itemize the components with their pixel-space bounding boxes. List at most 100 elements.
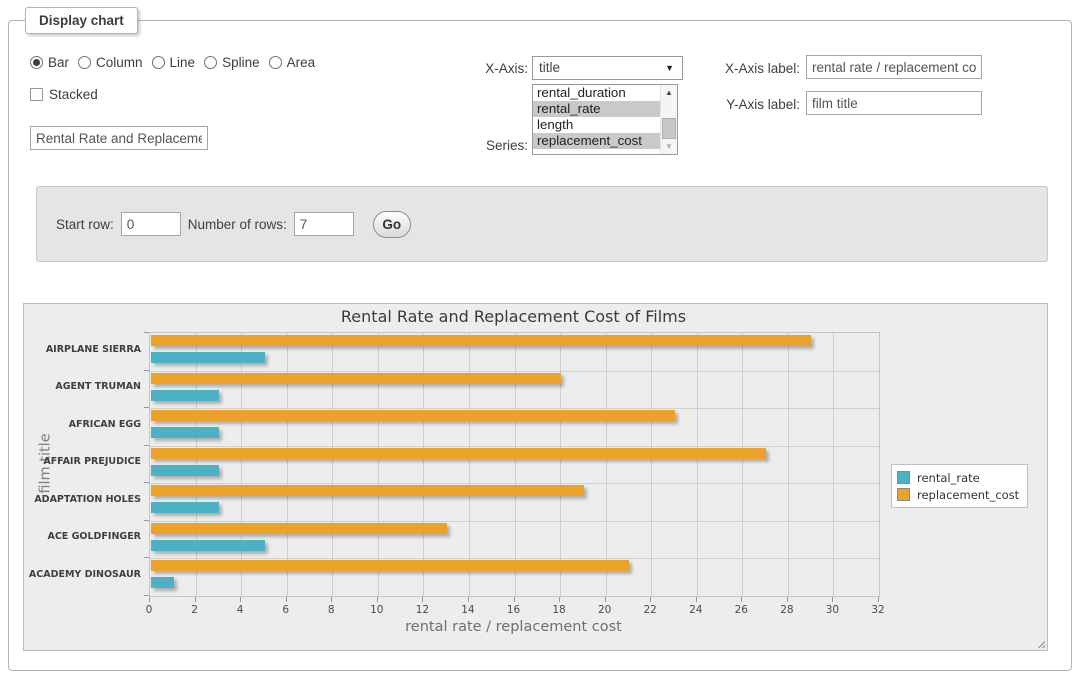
scroll-down-icon[interactable]: ▼ — [661, 139, 677, 154]
legend-swatch-rental_rate — [897, 471, 910, 484]
gridline-vertical — [606, 333, 607, 596]
x-axis-tick — [605, 597, 606, 602]
chart-container: Rental Rate and Replacement Cost of Film… — [23, 303, 1048, 651]
category-label: ACADEMY DINOSAUR — [24, 569, 141, 581]
radio-label: Column — [96, 55, 143, 70]
radio-column[interactable]: Column — [78, 55, 143, 70]
chart-title-input[interactable] — [30, 126, 208, 150]
x-tick-label: 2 — [175, 604, 215, 616]
x-tick-label: 26 — [721, 604, 761, 616]
x-axis-tick — [787, 597, 788, 602]
x-tick-label: 22 — [630, 604, 670, 616]
radio-area[interactable]: Area — [269, 55, 316, 70]
radio-icon[interactable] — [152, 56, 165, 69]
y-axis-tick — [144, 370, 149, 371]
x-axis-tick — [696, 597, 697, 602]
stacked-label: Stacked — [49, 87, 98, 102]
go-button[interactable]: Go — [373, 211, 411, 238]
bar-replacement_cost — [151, 560, 629, 571]
chart-legend: rental_ratereplacement_cost — [891, 464, 1028, 508]
x-axis-tick — [422, 597, 423, 602]
radio-icon[interactable] — [204, 56, 217, 69]
bar-rental_rate — [151, 502, 219, 513]
radio-label: Spline — [222, 55, 260, 70]
gridline-vertical — [742, 333, 743, 596]
x-axis-label-caption: X-Axis label: — [710, 61, 800, 76]
radio-icon[interactable] — [78, 56, 91, 69]
x-axis-select[interactable]: title ▼ — [532, 56, 683, 80]
radio-label: Line — [170, 55, 196, 70]
x-tick-label: 10 — [357, 604, 397, 616]
x-tick-label: 16 — [494, 604, 534, 616]
category-label: AGENT TRUMAN — [24, 381, 141, 393]
x-axis-tick — [195, 597, 196, 602]
category-label: AFFAIR PREJUDICE — [24, 456, 141, 468]
x-axis-tick — [832, 597, 833, 602]
stacked-checkbox-row[interactable]: Stacked — [30, 87, 98, 102]
series-option-rental_duration[interactable]: rental_duration — [533, 85, 661, 101]
gridline-horizontal — [150, 521, 879, 522]
chart-type-radio-group: Bar Column Line Spline Area — [30, 54, 315, 70]
x-axis-tick — [149, 597, 150, 602]
x-axis-caption: X-Axis: — [455, 61, 528, 76]
gridline-horizontal — [150, 483, 879, 484]
resize-handle-icon[interactable] — [1035, 638, 1045, 648]
y-axis-tick — [144, 595, 149, 596]
series-multiselect[interactable]: rental_duration rental_rate length repla… — [532, 84, 678, 155]
gridline-vertical — [651, 333, 652, 596]
start-row-input[interactable] — [121, 212, 181, 236]
legend-swatch-replacement_cost — [897, 488, 910, 501]
legend-label: replacement_cost — [917, 488, 1019, 502]
radio-icon[interactable] — [269, 56, 282, 69]
x-axis-tick — [331, 597, 332, 602]
radio-icon[interactable] — [30, 56, 43, 69]
number-of-rows-input[interactable] — [294, 212, 354, 236]
y-axis-tick — [144, 407, 149, 408]
bar-rental_rate — [151, 390, 219, 401]
x-axis-tick — [650, 597, 651, 602]
y-axis-tick — [144, 445, 149, 446]
series-option-rental_rate[interactable]: rental_rate — [533, 101, 661, 117]
x-tick-label: 12 — [402, 604, 442, 616]
series-option-replacement_cost[interactable]: replacement_cost — [533, 133, 661, 149]
series-caption: Series: — [455, 138, 528, 153]
bar-replacement_cost — [151, 485, 584, 496]
scroll-up-icon[interactable]: ▲ — [661, 85, 677, 100]
x-axis-tick — [468, 597, 469, 602]
gridline-horizontal — [150, 446, 879, 447]
bar-replacement_cost — [151, 523, 447, 534]
radio-label: Bar — [48, 55, 69, 70]
listbox-scrollbar[interactable]: ▲ ▼ — [660, 85, 677, 154]
x-axis-title: rental rate / replacement cost — [149, 619, 878, 635]
bar-replacement_cost — [151, 335, 811, 346]
radio-spline[interactable]: Spline — [204, 55, 260, 70]
category-label: ADAPTATION HOLES — [24, 494, 141, 506]
x-tick-label: 24 — [676, 604, 716, 616]
chevron-down-icon: ▼ — [665, 64, 674, 73]
x-axis-label-input[interactable] — [806, 55, 982, 79]
stacked-checkbox[interactable] — [30, 88, 43, 101]
x-tick-label: 6 — [266, 604, 306, 616]
row-range-panel: Start row: Number of rows: Go — [36, 186, 1048, 262]
series-option-length[interactable]: length — [533, 117, 661, 133]
y-axis-tick — [144, 557, 149, 558]
x-tick-label: 28 — [767, 604, 807, 616]
gridline-horizontal — [150, 558, 879, 559]
bar-replacement_cost — [151, 448, 766, 459]
chart-title: Rental Rate and Replacement Cost of Film… — [149, 307, 878, 326]
bar-rental_rate — [151, 540, 265, 551]
gridline-horizontal — [150, 371, 879, 372]
bar-rental_rate — [151, 427, 219, 438]
x-tick-label: 8 — [311, 604, 351, 616]
category-label: ACE GOLDFINGER — [24, 531, 141, 543]
bar-rental_rate — [151, 352, 265, 363]
y-axis-tick — [144, 482, 149, 483]
y-axis-label-input[interactable] — [806, 91, 982, 115]
x-axis-tick — [741, 597, 742, 602]
scrollbar-thumb[interactable] — [662, 118, 676, 139]
gridline-vertical — [788, 333, 789, 596]
x-axis-tick — [559, 597, 560, 602]
radio-line[interactable]: Line — [152, 55, 196, 70]
y-axis-label-caption: Y-Axis label: — [710, 97, 800, 112]
radio-bar[interactable]: Bar — [30, 55, 69, 70]
